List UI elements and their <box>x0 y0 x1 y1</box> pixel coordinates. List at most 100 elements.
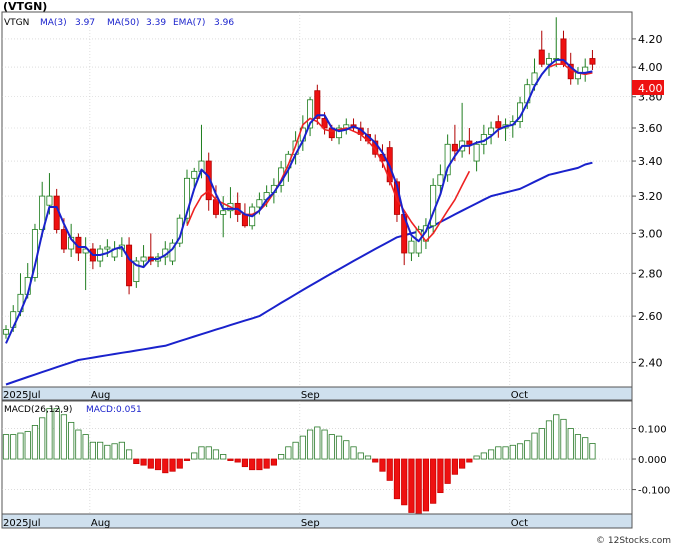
macd-bar-positive <box>53 408 60 460</box>
macd-bar-positive <box>10 434 17 460</box>
macd-x-label: 2025Jul <box>3 518 41 529</box>
macd-bar-positive <box>364 455 372 460</box>
macd-bar-positive <box>31 425 39 460</box>
price-y-tick-label: 2.80 <box>638 267 663 280</box>
macd-bar-positive <box>82 434 89 460</box>
candle <box>126 237 133 295</box>
candle-body-down <box>212 199 219 215</box>
candle-body-down <box>314 90 321 119</box>
legend-ma50-name: MA(50) <box>107 18 139 28</box>
macd-bar-positive <box>299 435 306 460</box>
macd-bar-positive <box>198 446 205 460</box>
macd-bar-positive <box>509 444 516 460</box>
legend-ma3-name: MA(3) <box>40 18 67 28</box>
candle-body-up <box>3 329 9 335</box>
macd-bar-positive <box>24 431 31 460</box>
macd-bar-positive <box>328 434 335 460</box>
legend-ma3-value: 3.97 <box>75 18 95 28</box>
macd-bar-positive <box>89 441 96 460</box>
macd-bar-positive <box>516 443 524 460</box>
candle-body-down <box>538 49 545 65</box>
candle-body-down <box>60 229 67 250</box>
candle-body-up <box>408 240 415 254</box>
macd-bar-negative <box>162 458 169 474</box>
candle-body-up <box>220 210 227 215</box>
macd-bar-positive <box>473 455 480 460</box>
candle-body-up <box>140 256 147 262</box>
macd-bar-negative <box>437 458 444 494</box>
macd-legend-name: MACD: <box>86 405 116 415</box>
price-y-tick-label: 4.00 <box>638 61 663 74</box>
candle-body-up <box>473 143 480 162</box>
macd-bar-positive <box>212 449 220 460</box>
macd-bar-negative <box>270 458 277 466</box>
macd-legend-title: MACD(26,12,9) <box>4 405 72 415</box>
price-y-tick-label: 4.20 <box>638 33 663 46</box>
macd-bar-positive <box>589 443 596 460</box>
macd-bar-positive <box>111 443 118 460</box>
candle-body-down <box>466 140 473 145</box>
macd-x-label: Oct <box>511 518 528 529</box>
macd-x-label: Sep <box>301 518 320 529</box>
macd-x-label: Aug <box>91 518 111 529</box>
macd-bar-negative <box>147 458 154 469</box>
macd-bar-positive <box>502 446 509 460</box>
macd-bar-positive <box>75 429 82 460</box>
macd-bar-positive <box>335 435 343 460</box>
price-y-tick-label: 3.60 <box>638 122 663 135</box>
candle-body-down <box>589 58 596 65</box>
macd-bar-positive <box>39 417 46 460</box>
candle-body-up <box>191 170 198 179</box>
macd-bar-negative <box>234 458 241 463</box>
legend-ema7-value: 3.96 <box>214 18 234 28</box>
macd-bar-negative <box>241 458 249 468</box>
macd-bar-negative <box>263 458 270 469</box>
macd-bar-positive <box>285 446 292 460</box>
macd-bar-positive <box>321 429 328 460</box>
macd-bar-positive <box>125 449 133 460</box>
candle-body-down <box>451 143 458 152</box>
macd-bar-negative <box>183 458 191 461</box>
macd-bar-positive <box>553 414 560 460</box>
macd-bar-negative <box>249 458 256 471</box>
candle-body-down <box>241 214 248 227</box>
macd-bar-positive <box>46 408 53 460</box>
macd-bar-positive <box>191 452 198 460</box>
candle <box>169 239 176 266</box>
watermark: © 12Stocks.com <box>596 536 671 546</box>
macd-bar-positive <box>306 429 314 460</box>
macd-y-tick-label: 0.000 <box>638 455 667 466</box>
macd-bar-positive <box>350 446 357 460</box>
macd-bar-negative <box>408 458 415 513</box>
macd-bar-negative <box>176 458 183 469</box>
macd-bar-positive <box>292 441 299 460</box>
candle-body-up <box>437 174 444 186</box>
macd-bar-negative <box>256 458 263 471</box>
macd-bar-positive <box>487 449 495 460</box>
macd-bar-positive <box>567 428 574 460</box>
price-y-tick-label: 3.20 <box>638 190 663 203</box>
price-y-tick-label: 3.00 <box>638 227 663 240</box>
macd-bar-negative <box>372 458 379 463</box>
macd-bar-negative <box>415 458 422 515</box>
macd-bar-negative <box>401 458 408 506</box>
macd-bar-negative <box>422 458 430 512</box>
price-y-tick-label: 2.60 <box>638 310 663 323</box>
macd-bar-positive <box>205 446 212 460</box>
macd-bar-positive <box>495 446 502 460</box>
macd-bar-negative <box>386 458 393 481</box>
macd-bar-positive <box>560 418 567 460</box>
macd-bar-positive <box>104 444 111 460</box>
macd-bar-positive <box>220 454 227 460</box>
macd-bar-positive <box>343 440 350 460</box>
macd-bar-positive <box>314 426 321 460</box>
ticker-label: (VTGN) <box>3 0 47 13</box>
macd-bar-negative <box>393 458 401 500</box>
macd-bar-positive <box>582 437 589 460</box>
macd-bar-positive <box>524 440 531 460</box>
macd-bar-negative <box>451 458 458 475</box>
macd-bar-positive <box>2 434 10 460</box>
price-x-label: Aug <box>91 390 111 401</box>
legend-symbol: VTGN <box>4 18 29 28</box>
candle-body-down <box>495 121 502 129</box>
